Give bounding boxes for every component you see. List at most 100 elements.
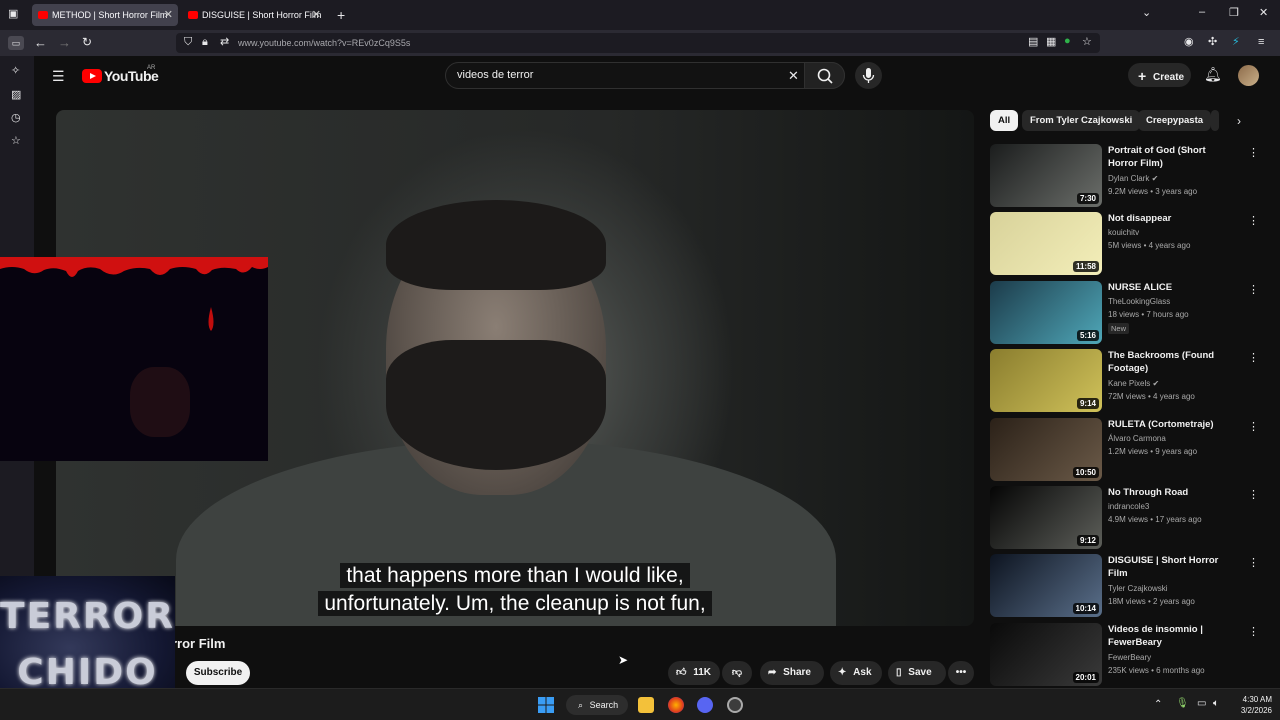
tab-disguise[interactable]: DISGUISE | Short Horror Film ✕ bbox=[182, 4, 326, 26]
channel-name[interactable]: kouichitv bbox=[1108, 228, 1139, 237]
video-thumbnail[interactable]: 9:14 bbox=[990, 349, 1102, 412]
recommendation-item[interactable]: 11:58 Not disappear kouichitv 5M views •… bbox=[990, 212, 1259, 276]
picture-in-picture-icon[interactable]: ▤ bbox=[1028, 37, 1038, 48]
windows-start-icon[interactable] bbox=[538, 697, 554, 713]
shield-icon[interactable]: ⛉ bbox=[184, 37, 192, 48]
sidebar-toggle-icon[interactable]: ▭ bbox=[8, 36, 24, 50]
recommendation-title[interactable]: RULETA (Cortometraje) bbox=[1108, 418, 1236, 431]
share-button[interactable]: ➦ Share bbox=[760, 661, 824, 685]
recommendation-item[interactable]: 9:14 The Backrooms (Found Footage) Kane … bbox=[990, 349, 1259, 413]
tray-chevron-up-icon[interactable]: ⌃ bbox=[1154, 700, 1162, 710]
taskbar-search[interactable]: ⌕ Search bbox=[566, 695, 628, 715]
permissions-icon[interactable]: ⇄ bbox=[220, 37, 229, 48]
recommendation-title[interactable]: No Through Road bbox=[1108, 486, 1236, 499]
more-vertical-icon[interactable]: ⋮ bbox=[1248, 146, 1259, 159]
channel-name[interactable]: FewerBeary bbox=[1108, 653, 1151, 662]
tab-overview-icon[interactable]: ▣ bbox=[8, 9, 18, 20]
ask-button[interactable]: ✦ Ask bbox=[830, 661, 882, 685]
more-vertical-icon[interactable]: ⋮ bbox=[1248, 351, 1259, 364]
channel-name[interactable]: TheLookingGlass bbox=[1108, 297, 1170, 306]
recommendation-title[interactable]: DISGUISE | Short Horror Film bbox=[1108, 554, 1236, 580]
history-icon[interactable]: ◷ bbox=[11, 113, 21, 124]
video-thumbnail[interactable]: 20:01 bbox=[990, 623, 1102, 686]
like-button[interactable]: 👍︎ 11K bbox=[668, 661, 720, 685]
channel-name[interactable]: indrancole3 bbox=[1108, 502, 1149, 511]
channel-name[interactable]: Kane Pixels ✔ bbox=[1108, 379, 1159, 388]
volume-icon[interactable]: 🔈︎ bbox=[1213, 699, 1219, 709]
synced-tabs-icon[interactable]: ▨ bbox=[11, 90, 21, 101]
restore-icon[interactable]: ❐ bbox=[1229, 8, 1239, 19]
firefox-icon[interactable] bbox=[668, 697, 684, 713]
recommendation-item[interactable]: 10:14 DISGUISE | Short Horror Film Tyler… bbox=[990, 554, 1259, 618]
close-window-icon[interactable]: ✕ bbox=[1259, 8, 1268, 19]
chip-creepypasta[interactable]: Creepypasta bbox=[1138, 110, 1212, 131]
chip-from-tyler[interactable]: From Tyler Czajkowski bbox=[1022, 110, 1141, 131]
more-actions-button[interactable]: ••• bbox=[948, 661, 974, 685]
chevron-right-icon[interactable]: › bbox=[1237, 115, 1241, 127]
menu-icon[interactable]: ≡ bbox=[1258, 37, 1264, 48]
recommendation-item[interactable]: 9:12 No Through Road indrancole3 4.9M vi… bbox=[990, 486, 1259, 550]
recommendation-item[interactable]: 20:01 Videos de insomnio | FewerBeary Fe… bbox=[990, 623, 1259, 687]
chip-all[interactable]: All bbox=[990, 110, 1019, 131]
ai-chat-icon[interactable]: ✧ bbox=[11, 66, 20, 77]
search-input[interactable]: videos de terror ✕ bbox=[445, 62, 845, 89]
minimize-icon[interactable]: – bbox=[1199, 7, 1205, 18]
lock-icon[interactable]: 🔒︎ bbox=[202, 37, 208, 48]
taskbar-clock[interactable]: 4:30 AM 3/2/2026 bbox=[1232, 694, 1272, 716]
video-thumbnail[interactable]: 10:50 bbox=[990, 418, 1102, 481]
recommendation-title[interactable]: The Backrooms (Found Footage) bbox=[1108, 349, 1236, 375]
close-tab-icon[interactable]: ✕ bbox=[164, 8, 173, 21]
microphone-tray-icon[interactable]: 🎙︎ bbox=[1176, 699, 1189, 709]
back-icon[interactable]: ← bbox=[34, 36, 47, 49]
more-vertical-icon[interactable]: ⋮ bbox=[1248, 556, 1259, 569]
extensions-icon[interactable]: ✣ bbox=[1208, 37, 1217, 48]
youtube-logo[interactable]: YouTube AR bbox=[82, 65, 159, 84]
channel-name[interactable]: Tyler Czajkowski bbox=[1108, 584, 1168, 593]
more-vertical-icon[interactable]: ⋮ bbox=[1248, 625, 1259, 638]
recommendation-title[interactable]: Portrait of God (Short Horror Film) bbox=[1108, 144, 1236, 170]
download-extension-icon[interactable]: ● bbox=[1064, 36, 1071, 47]
recommendation-title[interactable]: Not disappear bbox=[1108, 212, 1236, 225]
create-button[interactable]: + Create bbox=[1128, 63, 1191, 87]
reader-view-icon[interactable]: ▦ bbox=[1046, 37, 1056, 48]
save-button[interactable]: ▯ Save bbox=[888, 661, 946, 685]
video-thumbnail[interactable]: 11:58 bbox=[990, 212, 1102, 275]
bookmarks-icon[interactable]: ☆ bbox=[11, 136, 21, 147]
network-icon[interactable]: ▭ bbox=[1197, 699, 1206, 709]
tab-method[interactable]: METHOD | Short Horror Film ✕ bbox=[32, 4, 178, 26]
account-icon[interactable]: ◉ bbox=[1184, 37, 1194, 48]
hamburger-menu-icon[interactable]: ☰ bbox=[52, 69, 65, 83]
avatar[interactable] bbox=[1238, 65, 1259, 86]
reload-icon[interactable]: ↻ bbox=[82, 36, 92, 48]
translate-extension-icon[interactable]: ⚡︎ bbox=[1232, 37, 1240, 48]
notifications-bell-icon[interactable]: 🔔︎ bbox=[1204, 67, 1222, 81]
more-vertical-icon[interactable]: ⋮ bbox=[1248, 214, 1259, 227]
close-tab-icon[interactable]: ✕ bbox=[312, 8, 321, 21]
video-thumbnail[interactable]: 5:16 bbox=[990, 281, 1102, 344]
new-tab-icon[interactable]: + bbox=[337, 8, 345, 22]
forward-icon[interactable]: → bbox=[58, 36, 71, 49]
file-explorer-icon[interactable] bbox=[638, 697, 654, 713]
bookmark-star-icon[interactable]: ☆ bbox=[1082, 37, 1092, 48]
voice-search-button[interactable] bbox=[855, 62, 882, 89]
recommendation-item[interactable]: 7:30 Portrait of God (Short Horror Film)… bbox=[990, 144, 1259, 208]
subscribe-button[interactable]: Subscribe bbox=[186, 661, 250, 685]
video-thumbnail[interactable]: 7:30 bbox=[990, 144, 1102, 207]
more-vertical-icon[interactable]: ⋮ bbox=[1248, 420, 1259, 433]
dislike-button[interactable]: 👎︎ bbox=[722, 661, 752, 685]
steam-app-icon[interactable] bbox=[727, 697, 743, 713]
channel-name[interactable]: Dylan Clark ✔ bbox=[1108, 174, 1158, 183]
more-vertical-icon[interactable]: ⋮ bbox=[1248, 283, 1259, 296]
recommendation-title[interactable]: NURSE ALICE bbox=[1108, 281, 1236, 294]
recommendation-title[interactable]: Videos de insomnio | FewerBeary bbox=[1108, 623, 1236, 649]
url-bar[interactable]: ⛉ 🔒︎ ⇄ www.youtube.com/watch?v=REv0zCq9S… bbox=[176, 33, 1100, 53]
more-vertical-icon[interactable]: ⋮ bbox=[1248, 488, 1259, 501]
video-thumbnail[interactable]: 9:12 bbox=[990, 486, 1102, 549]
clear-search-icon[interactable]: ✕ bbox=[788, 69, 799, 82]
recommendation-item[interactable]: 10:50 RULETA (Cortometraje) Álvaro Carmo… bbox=[990, 418, 1259, 482]
search-button[interactable] bbox=[804, 62, 845, 89]
recommendation-item[interactable]: 5:16 NURSE ALICE TheLookingGlass 18 view… bbox=[990, 281, 1259, 345]
channel-name[interactable]: Álvaro Carmona bbox=[1108, 434, 1166, 443]
chip-partial[interactable] bbox=[1211, 110, 1219, 131]
list-tabs-icon[interactable]: ⌄ bbox=[1142, 8, 1151, 19]
